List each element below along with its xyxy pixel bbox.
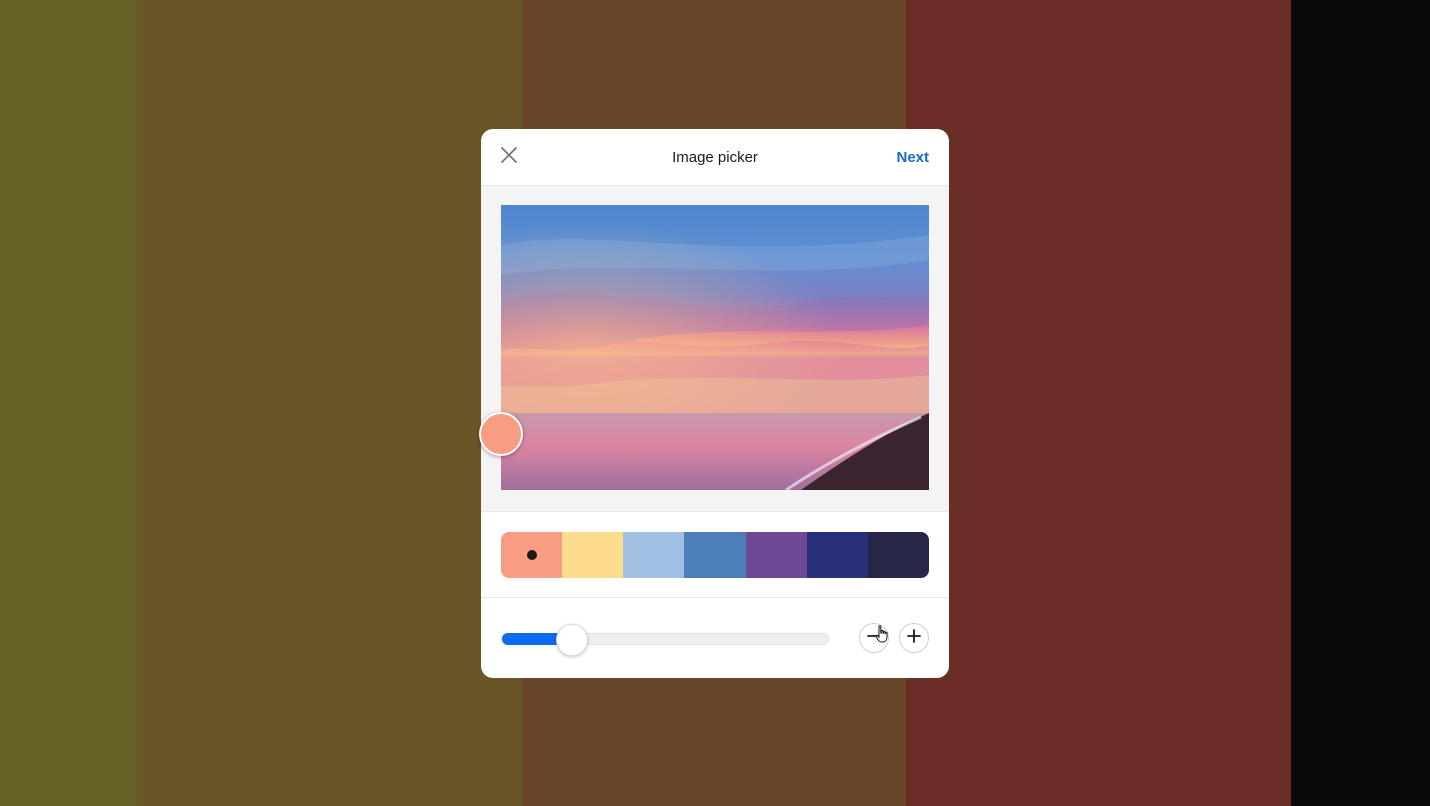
background-strip-5 <box>1291 0 1430 806</box>
color-picker-handle[interactable] <box>479 412 523 456</box>
palette-swatch[interactable] <box>501 532 563 578</box>
color-palette <box>501 532 929 578</box>
background-strip-4 <box>906 0 1291 806</box>
zoom-out-button[interactable] <box>859 623 889 653</box>
image-area <box>479 186 949 512</box>
sunset-photo[interactable] <box>501 205 929 490</box>
zoom-slider[interactable] <box>501 624 829 656</box>
palette-swatch[interactable] <box>684 532 746 578</box>
palette-swatch[interactable] <box>867 532 929 578</box>
image-picker-dialog: Image picker Next <box>479 129 949 678</box>
dialog-header: Image picker Next <box>481 129 949 186</box>
palette-swatch[interactable] <box>562 532 624 578</box>
palette-area <box>481 512 949 598</box>
zoom-in-button[interactable] <box>899 623 929 653</box>
next-button[interactable]: Next <box>896 129 929 186</box>
palette-swatch[interactable] <box>806 532 868 578</box>
minus-icon <box>867 629 881 648</box>
background-strip-1 <box>0 0 137 806</box>
selected-dot <box>526 550 537 560</box>
zoom-slider-thumb[interactable] <box>556 624 588 656</box>
background-strip-2 <box>137 0 522 806</box>
palette-swatch[interactable] <box>623 532 685 578</box>
palette-swatch[interactable] <box>745 532 807 578</box>
plus-icon <box>907 628 921 648</box>
dialog-title: Image picker <box>672 149 758 166</box>
zoom-controls <box>481 598 949 678</box>
